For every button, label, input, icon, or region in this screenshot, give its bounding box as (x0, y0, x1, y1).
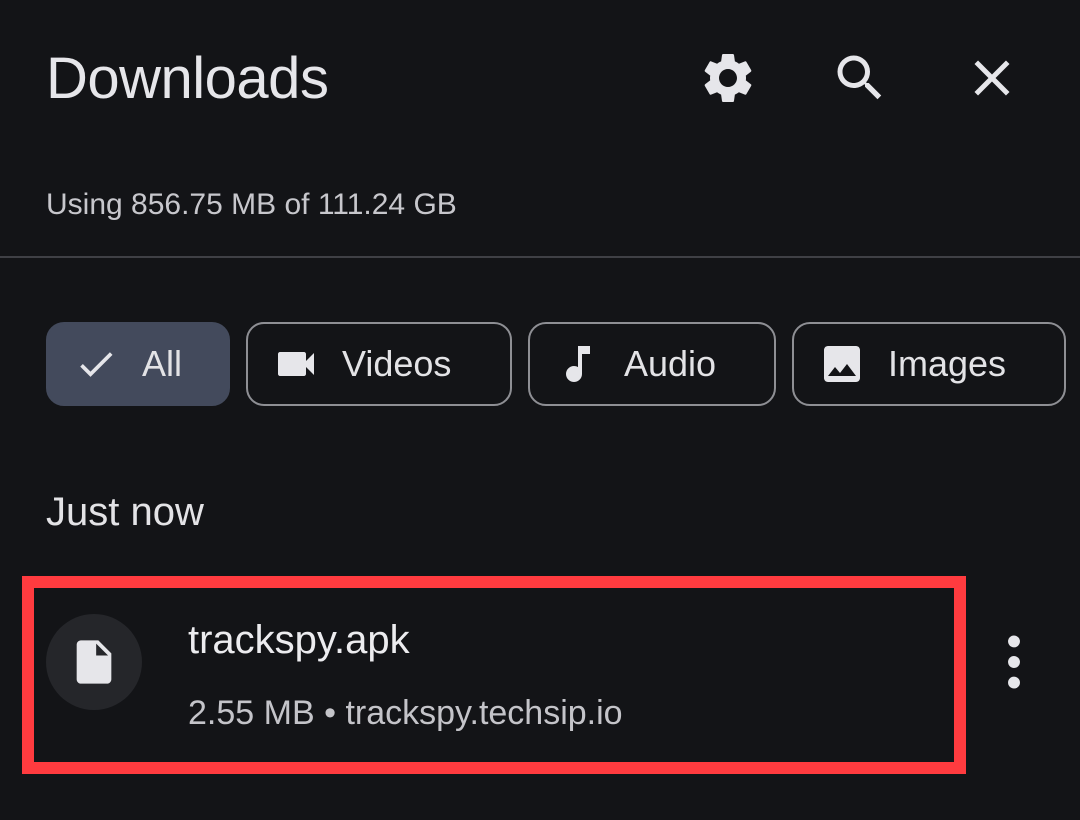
file-icon (76, 640, 112, 684)
file-name: trackspy.apk (188, 618, 410, 662)
filter-chip-label: Images (888, 343, 1007, 384)
header-divider (0, 256, 1080, 258)
search-button[interactable] (830, 48, 890, 108)
video-camera-icon (272, 340, 320, 388)
download-item[interactable]: trackspy.apk 2.55 MB • trackspy.techsip.… (34, 588, 954, 762)
section-header-just-now: Just now (46, 490, 204, 534)
filter-chip-label: Videos (342, 343, 452, 384)
file-avatar (46, 614, 142, 710)
check-icon (72, 340, 120, 388)
filter-chip-group: All Videos Audio Images (0, 322, 1080, 410)
item-more-options-button[interactable] (992, 630, 1036, 694)
close-icon (974, 60, 1010, 96)
filter-chip-label: All (142, 343, 183, 384)
file-source: trackspy.techsip.io (345, 694, 623, 732)
more-vert-icon (1008, 635, 1020, 689)
filter-chip-all[interactable]: All (46, 322, 230, 406)
gear-icon (704, 53, 752, 102)
image-icon (818, 340, 866, 388)
file-size: 2.55 MB (188, 694, 315, 732)
music-note-icon (554, 340, 602, 388)
filter-chip-videos[interactable]: Videos (246, 322, 512, 406)
settings-button[interactable] (698, 48, 758, 108)
storage-usage-text: Using 856.75 MB of 111.24 GB (46, 188, 457, 221)
search-icon (837, 55, 882, 100)
file-meta: 2.55 MB • trackspy.techsip.io (188, 694, 623, 733)
filter-chip-images[interactable]: Images (792, 322, 1066, 406)
meta-separator: • (324, 694, 336, 732)
close-button[interactable] (962, 48, 1022, 108)
filter-chip-audio[interactable]: Audio (528, 322, 776, 406)
page-title: Downloads (46, 46, 329, 111)
downloads-page: Downloads Using 856.75 MB of 111.24 GB A… (0, 0, 1080, 820)
filter-chip-label: Audio (624, 343, 717, 384)
